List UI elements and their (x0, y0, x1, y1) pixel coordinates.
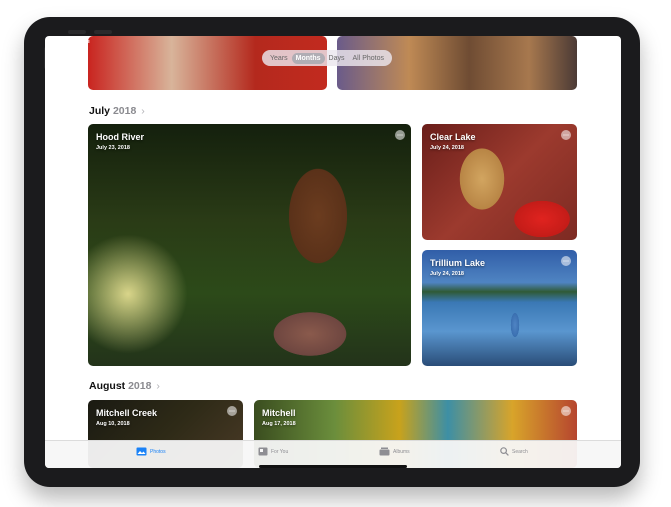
section-header-august[interactable]: August 2018 › (89, 380, 160, 392)
chevron-right-icon: › (141, 105, 145, 117)
albums-icon (379, 447, 390, 456)
tab-photos[interactable]: Photos (136, 447, 166, 456)
moment-card[interactable]: Clear Lake July 24, 2018 (422, 124, 577, 240)
tab-label: For You (271, 448, 289, 455)
section-month: August (89, 380, 126, 392)
status-time: 9:41 AM Mon Jun 3 (49, 39, 90, 44)
more-icon[interactable] (395, 130, 405, 140)
card-date: July 23, 2018 (96, 145, 130, 151)
card-title: Clear Lake (430, 132, 476, 142)
photos-icon (136, 447, 147, 456)
moment-card[interactable]: Trillium Lake July 24, 2018 (422, 250, 577, 366)
more-icon[interactable] (561, 406, 571, 416)
segment-years[interactable]: Years (266, 53, 292, 64)
tab-albums[interactable]: Albums (379, 447, 410, 456)
section-year: 2018 (112, 105, 137, 117)
volume-button (94, 30, 112, 34)
battery-percent: 100% (588, 39, 600, 45)
status-bar: 9:41 AM Mon Jun 3 ◔ 100% (45, 36, 621, 48)
tab-search[interactable]: Search (500, 447, 528, 456)
tab-label: Photos (150, 448, 166, 455)
tab-bar: Photos For You Albums Search (45, 440, 621, 468)
segment-all-photos[interactable]: All Photos (349, 53, 389, 64)
card-title: Trillium Lake (430, 258, 486, 268)
segment-days[interactable]: Days (325, 53, 349, 64)
tab-label: Albums (393, 448, 410, 455)
wifi-icon: ◔ (583, 39, 587, 45)
card-title: Mitchell Creek (96, 408, 158, 418)
home-indicator[interactable] (259, 465, 407, 468)
card-date: Aug 17, 2018 (262, 421, 296, 427)
tab-label: Search (512, 448, 528, 455)
card-date: July 24, 2018 (430, 145, 464, 151)
view-switcher: Years Months Days All Photos (262, 50, 393, 66)
search-icon (500, 447, 509, 456)
section-header-july[interactable]: July 2018 › (89, 105, 145, 117)
more-icon[interactable] (561, 130, 571, 140)
card-title: Mitchell (262, 408, 296, 418)
moment-card[interactable]: Hood River July 23, 2018 (88, 124, 411, 366)
segment-months[interactable]: Months (291, 52, 325, 64)
card-title: Hood River (96, 132, 145, 142)
more-icon[interactable] (561, 256, 571, 266)
more-icon[interactable] (227, 406, 237, 416)
chevron-right-icon: › (156, 380, 160, 392)
for-you-icon (258, 447, 268, 456)
card-date: Aug 10, 2018 (96, 421, 130, 427)
card-date: July 24, 2018 (430, 271, 464, 277)
volume-button (68, 30, 86, 34)
status-right: ◔ 100% (584, 39, 613, 45)
section-year: 2018 (128, 380, 152, 392)
section-month: July (89, 105, 111, 117)
screen: 9:41 AM Mon Jun 3 ◔ 100% Years Months Da… (45, 36, 621, 468)
tab-for-you[interactable]: For You (258, 447, 288, 456)
battery-icon (602, 39, 613, 45)
